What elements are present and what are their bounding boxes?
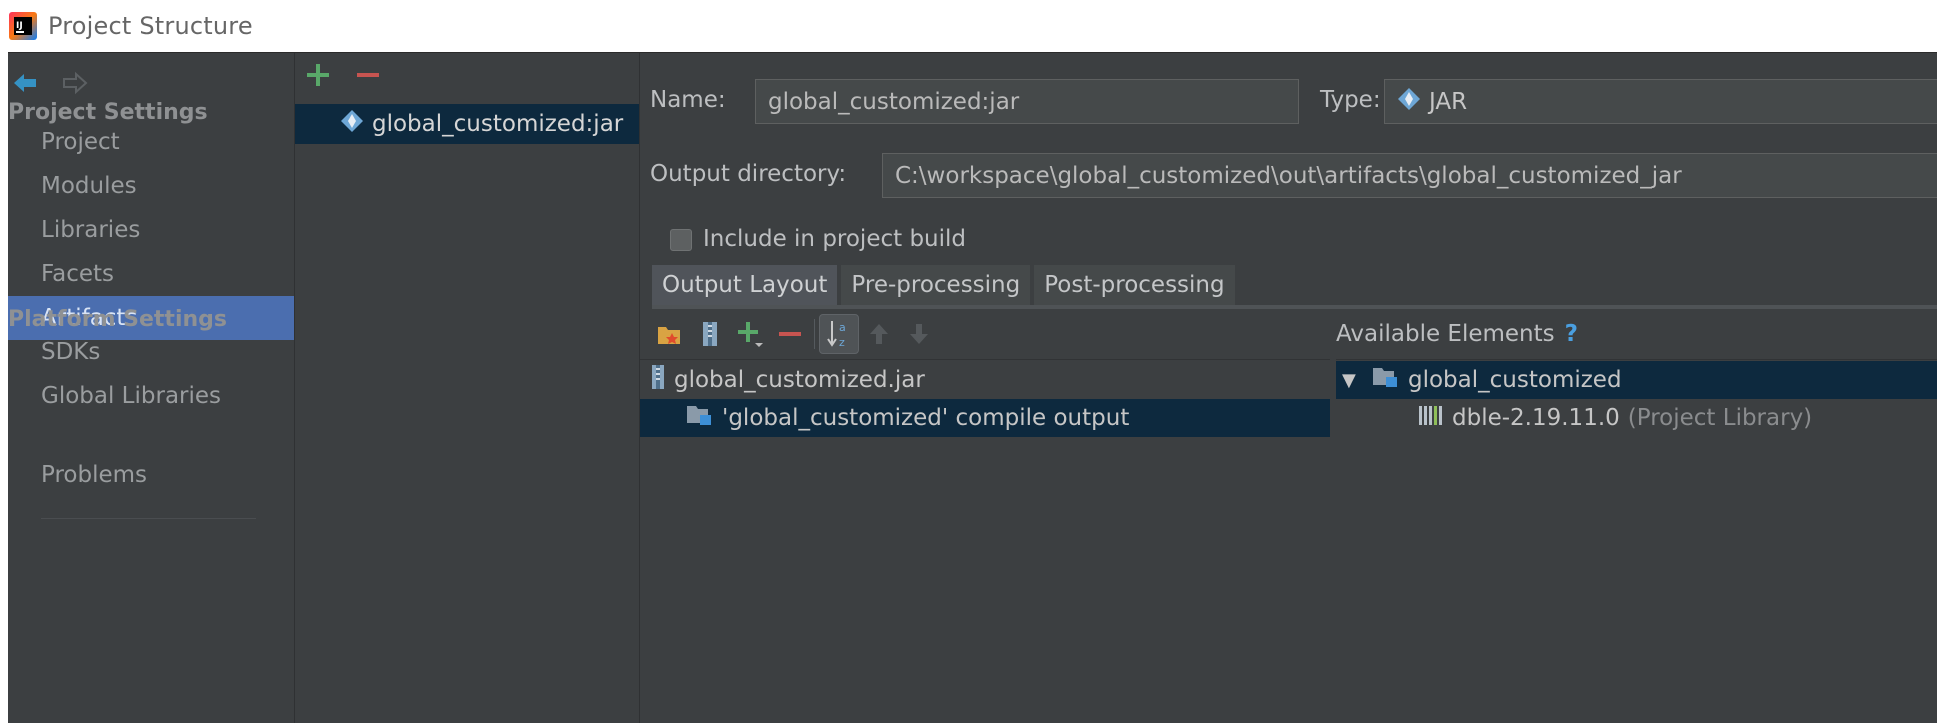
tree-row-module[interactable]: ▼ global_customized [1336,361,1937,399]
svg-text:a: a [839,321,846,334]
sort-alphabetically-icon: a z [827,321,846,349]
library-icon [1418,403,1444,433]
archive-icon [650,364,666,396]
artifact-tabs: Output Layout Pre-processing Post-proces… [652,265,1235,305]
title-bar: IJ Project Structure [0,0,1937,52]
type-label: Type: [1320,87,1381,113]
sidebar-item-facets[interactable]: Facets [8,252,294,296]
available-elements-tree: ▼ global_customized dble-2.19.11.0 (Proj… [1336,359,1937,720]
jar-type-icon [1397,87,1421,117]
sidebar-item-libraries[interactable]: Libraries [8,208,294,252]
tree-row-label: global_customized.jar [674,367,925,393]
tab-label: Post-processing [1044,272,1225,298]
sidebar-divider [41,518,256,519]
tree-row-label: global_customized [1408,367,1622,393]
jar-artifact-icon [340,109,364,139]
add-copy-of-button[interactable] [730,314,770,354]
tree-row-compile-output[interactable]: 'global_customized' compile output [640,399,1330,437]
module-folder-icon [686,403,714,433]
intellij-app-icon: IJ [8,11,38,41]
tab-label: Output Layout [662,272,828,298]
help-icon[interactable]: ? [1565,321,1578,347]
svg-text:IJ: IJ [16,21,23,31]
arrow-down-icon [910,324,928,344]
artifact-list-item[interactable]: global_customized:jar [295,104,639,144]
sidebar-item-label: SDKs [41,339,101,365]
artifact-list-panel: global_customized:jar [295,53,640,723]
output-directory-label: Output directory: [650,161,847,187]
platform-settings-heading: Platform Settings [8,307,227,332]
name-label: Name: [650,87,726,113]
type-select[interactable]: JAR [1384,79,1937,124]
sidebar-item-global-libraries[interactable]: Global Libraries [8,374,294,418]
available-elements-header: Available Elements ? [1336,311,1578,357]
tab-label: Pre-processing [851,272,1021,298]
sort-elements-toggle[interactable]: a z [819,314,859,354]
add-artifact-button[interactable] [305,61,331,93]
arrow-up-icon [870,324,888,344]
tree-row-jar[interactable]: global_customized.jar [640,361,1330,399]
tree-row-library[interactable]: dble-2.19.11.0 (Project Library) [1336,399,1937,437]
back-arrow-icon[interactable] [12,70,38,100]
sidebar-item-label: Modules [41,173,137,199]
remove-element-button[interactable] [770,314,810,354]
library-scope-label: (Project Library) [1627,405,1813,431]
settings-sidebar: Project Settings Project Modules Librari… [8,53,295,723]
window-title: Project Structure [48,12,253,40]
sidebar-item-label: Global Libraries [41,383,222,409]
sidebar-item-label: Facets [41,261,115,287]
sidebar-item-sdks[interactable]: SDKs [8,330,294,374]
tab-underline [652,305,1937,309]
project-structure-dialog: Project Settings Project Modules Librari… [8,52,1937,723]
tree-row-label: dble-2.19.11.0 [1452,405,1620,431]
minus-icon [779,332,801,336]
move-up-button[interactable] [859,314,899,354]
forward-arrow-icon[interactable] [62,70,88,100]
sidebar-item-problems[interactable]: Problems [8,453,294,497]
tab-output-layout[interactable]: Output Layout [652,265,838,305]
output-layout-tree: global_customized.jar 'global_customized… [640,359,1330,720]
tab-pre-processing[interactable]: Pre-processing [841,265,1031,305]
sidebar-item-label: Project [41,129,120,155]
module-folder-icon [1372,365,1400,395]
type-value: JAR [1429,88,1468,115]
artifact-detail-panel: Name: global_customized:jar Type: JAR Ou… [640,53,1937,723]
remove-artifact-button[interactable] [355,61,381,93]
artifact-label: global_customized:jar [372,111,624,137]
include-in-build-checkbox[interactable] [670,229,692,251]
sidebar-item-label: Problems [41,462,148,488]
sidebar-item-project[interactable]: Project [8,120,294,164]
output-directory-field[interactable]: C:\workspace\global_customized\out\artif… [882,153,1937,198]
sidebar-item-label: Libraries [41,217,141,243]
output-layout-toolbar: a z [650,311,939,357]
add-with-dropdown-icon [738,322,763,347]
move-down-button[interactable] [899,314,939,354]
archive-icon [703,322,717,346]
create-directory-button[interactable] [650,314,690,354]
tree-row-label: 'global_customized' compile output [722,405,1130,431]
svg-text:z: z [839,336,845,349]
sidebar-item-modules[interactable]: Modules [8,164,294,208]
include-in-build-label: Include in project build [703,226,967,252]
new-folder-icon [658,327,680,344]
expand-toggle-icon[interactable]: ▼ [1342,370,1364,391]
create-archive-button[interactable] [690,314,730,354]
toolbar-separator [814,319,815,349]
available-elements-title: Available Elements [1336,321,1555,347]
name-field[interactable]: global_customized:jar [755,79,1299,124]
navigation-arrows [12,70,88,100]
tab-post-processing[interactable]: Post-processing [1034,265,1235,305]
